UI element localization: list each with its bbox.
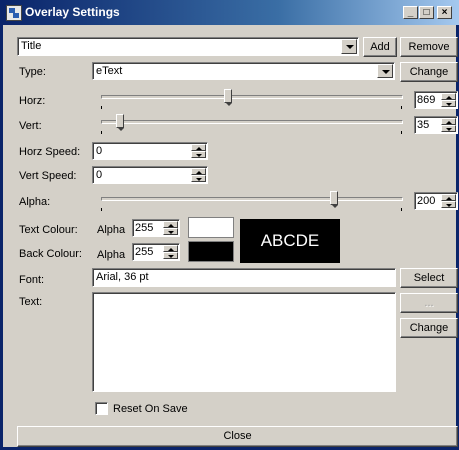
back-colour-alpha-field[interactable]: 255 [132,243,180,261]
remove-button[interactable]: Remove [400,37,458,57]
vert-value-field[interactable]: 35 [414,116,458,134]
font-field[interactable]: Arial, 36 pt [92,268,396,287]
text-colour-swatch[interactable] [188,217,234,238]
spin-up-icon[interactable] [441,194,456,201]
alpha-value-field[interactable]: 200 [414,192,458,210]
vert-speed-spinner[interactable] [191,168,206,182]
spin-down-icon[interactable] [441,100,456,107]
spin-up-icon[interactable] [441,118,456,125]
back-colour-label: Back Colour: [19,248,82,260]
alpha-slider-tick-start [101,208,102,211]
horz-value-field[interactable]: 869 [414,91,458,109]
type-select[interactable]: eText [92,62,395,80]
close-window-button[interactable]: × [437,6,452,19]
text-colour-alpha-label: Alpha [97,224,126,236]
spin-down-icon[interactable] [441,125,456,132]
title-bar[interactable]: Overlay Settings _ □ × [3,0,459,25]
spin-down-icon[interactable] [163,252,178,259]
text-colour-alpha-value: 255 [135,222,154,234]
horz-slider-tick-end [401,106,402,109]
spin-up-icon[interactable] [163,221,178,228]
back-colour-alpha-label: Alpha [97,249,126,261]
chevron-down-icon[interactable] [377,64,393,78]
overlay-settings-window: Overlay Settings _ □ × Title Add Remove … [0,0,459,450]
vert-slider-tick-start [101,131,102,134]
browse-button[interactable]: ... [400,293,458,313]
vert-slider-track[interactable] [101,120,403,124]
add-button[interactable]: Add [363,37,397,57]
spin-up-icon[interactable] [191,144,206,151]
back-colour-swatch[interactable] [188,241,234,262]
spin-up-icon[interactable] [163,245,178,252]
window-title: Overlay Settings [25,5,120,19]
text-area[interactable] [92,292,396,392]
close-button[interactable]: Close [17,426,458,447]
horz-speed-label: Horz Speed: [19,146,81,158]
app-icon [6,5,22,21]
font-value: Arial, 36 pt [96,271,149,283]
spin-down-icon[interactable] [191,151,206,158]
vert-slider-thumb[interactable] [115,114,124,131]
text-colour-alpha-field[interactable]: 255 [132,219,180,237]
chevron-down-icon[interactable] [341,39,357,54]
alpha-slider-thumb[interactable] [330,191,339,208]
spin-down-icon[interactable] [441,201,456,208]
vert-slider-tick-end [401,131,402,134]
spin-up-icon[interactable] [441,93,456,100]
horz-slider-track[interactable] [101,95,403,99]
reset-on-save-checkbox[interactable] [95,402,108,415]
spin-up-icon[interactable] [191,168,206,175]
spin-down-icon[interactable] [191,175,206,182]
horz-spinner[interactable] [441,93,456,107]
type-label: Type: [19,66,46,78]
font-label: Font: [19,274,45,286]
vert-label: Vert: [19,120,42,132]
overlay-select[interactable]: Title [17,37,359,56]
horz-speed-value: 0 [96,145,103,157]
minimize-button[interactable]: _ [403,6,418,19]
horz-speed-field[interactable]: 0 [92,142,208,160]
horz-slider-thumb[interactable] [224,89,233,106]
alpha-slider-tick-end [401,208,402,211]
maximize-button[interactable]: □ [419,6,434,19]
alpha-slider-track[interactable] [101,197,403,201]
back-colour-alpha-spinner[interactable] [163,245,178,259]
select-font-button[interactable]: Select [400,268,458,288]
overlay-select-value: Title [21,40,42,52]
alpha-spinner[interactable] [441,194,456,208]
vert-speed-value: 0 [96,169,103,181]
horz-speed-spinner[interactable] [191,144,206,158]
text-colour-alpha-spinner[interactable] [163,221,178,235]
alpha-value: 200 [417,195,436,207]
vert-speed-field[interactable]: 0 [92,166,208,184]
spin-down-icon[interactable] [163,228,178,235]
change-type-button[interactable]: Change [400,62,458,82]
colour-preview: ABCDE [240,219,340,263]
reset-on-save-label[interactable]: Reset On Save [113,403,188,415]
text-label: Text: [19,296,43,308]
horz-label: Horz: [19,95,46,107]
horz-value: 869 [417,94,436,106]
horz-slider-tick-start [101,106,102,109]
vert-spinner[interactable] [441,118,456,132]
vert-speed-label: Vert Speed: [19,170,77,182]
type-select-value: eText [96,65,123,77]
text-colour-label: Text Colour: [19,224,78,236]
back-colour-alpha-value: 255 [135,246,154,258]
change-text-button[interactable]: Change [400,318,458,338]
alpha-label: Alpha: [19,196,51,208]
vert-value: 35 [417,119,430,131]
